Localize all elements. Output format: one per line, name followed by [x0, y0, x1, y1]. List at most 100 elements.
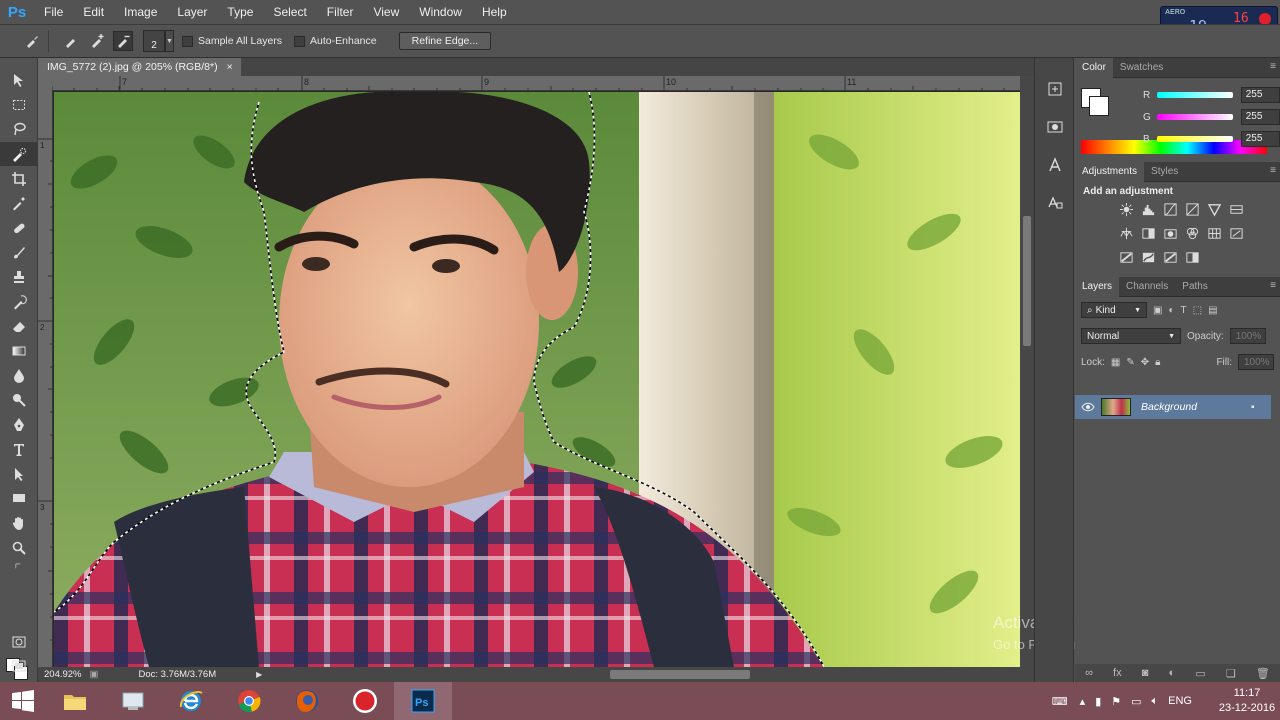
healing-brush-tool-icon[interactable]: [0, 216, 38, 241]
status-info-icon[interactable]: ▣: [90, 669, 99, 680]
selective-color-icon[interactable]: [1181, 245, 1203, 269]
vibrance-icon[interactable]: [1203, 197, 1225, 221]
lasso-tool-icon[interactable]: [0, 117, 38, 142]
brush-tool-icon[interactable]: [0, 240, 38, 265]
menu-image[interactable]: Image: [114, 0, 167, 24]
filter-pixel-icon[interactable]: ▣: [1153, 305, 1162, 316]
menu-layer[interactable]: Layer: [167, 0, 217, 24]
zoom-level[interactable]: 204.92%: [44, 669, 82, 680]
network-icon[interactable]: ▮: [1095, 695, 1101, 708]
panel-menu-icon[interactable]: ≡: [1270, 280, 1276, 291]
menu-window[interactable]: Window: [409, 0, 472, 24]
history-brush-tool-icon[interactable]: [0, 289, 38, 314]
type-tool-icon[interactable]: [0, 437, 38, 462]
clock[interactable]: 11:17 23-12-2016: [1214, 686, 1280, 716]
control-panel-icon[interactable]: [104, 682, 162, 720]
posterize-icon[interactable]: [1115, 245, 1137, 269]
quick-selection-tool-preset-icon[interactable]: [22, 31, 42, 51]
channel-slider[interactable]: [1156, 92, 1233, 98]
windows-start-icon[interactable]: [0, 682, 46, 720]
tab-layers[interactable]: Layers: [1075, 276, 1120, 297]
rectangle-tool-icon[interactable]: [0, 486, 38, 511]
color-lookup-icon[interactable]: [1203, 221, 1225, 245]
paragraph-panel-icon[interactable]: [1035, 184, 1075, 222]
fx-icon[interactable]: fx: [1113, 667, 1122, 679]
dodge-tool-icon[interactable]: [0, 388, 38, 413]
file-explorer-icon[interactable]: [46, 682, 104, 720]
channel-value[interactable]: 255: [1240, 131, 1280, 147]
volume-icon[interactable]: 🔈︎: [1152, 695, 1159, 708]
brush-picker-dropdown-icon[interactable]: ▼: [165, 30, 174, 52]
image-canvas[interactable]: [54, 92, 1020, 667]
history-panel-icon[interactable]: [1035, 70, 1075, 108]
panel-menu-icon[interactable]: ≡: [1270, 61, 1276, 72]
crop-tool-icon[interactable]: [0, 166, 38, 191]
lock-transparent-icon[interactable]: ▦: [1111, 357, 1120, 368]
sample-all-layers-checkbox[interactable]: [182, 35, 193, 47]
color-balance-icon[interactable]: [1115, 221, 1137, 245]
channel-value[interactable]: 255: [1240, 109, 1280, 125]
photo-filter-icon[interactable]: [1159, 221, 1181, 245]
firefox-icon[interactable]: [278, 682, 336, 720]
screen-mode-icon[interactable]: [0, 654, 38, 679]
kind-filter-select[interactable]: ⌕ Kind ▼: [1081, 302, 1147, 318]
filter-type-icon[interactable]: T: [1181, 305, 1187, 316]
brush-size-field[interactable]: 2: [143, 30, 165, 52]
pen-tool-icon[interactable]: [0, 412, 38, 437]
menu-type[interactable]: Type: [217, 0, 263, 24]
trash-icon[interactable]: 🗑︎: [1256, 667, 1270, 680]
chrome-icon[interactable]: [220, 682, 278, 720]
tab-paths[interactable]: Paths: [1175, 277, 1215, 297]
eraser-tool-icon[interactable]: [0, 314, 38, 339]
properties-panel-icon[interactable]: [1035, 108, 1075, 146]
tab-color[interactable]: Color: [1075, 57, 1113, 78]
screen-recorder-icon[interactable]: [336, 682, 394, 720]
tab-channels[interactable]: Channels: [1119, 277, 1175, 297]
menu-help[interactable]: Help: [472, 0, 517, 24]
internet-explorer-icon[interactable]: [162, 682, 220, 720]
quick-selection-tool-icon[interactable]: [0, 141, 38, 167]
new-layer-icon[interactable]: ❏: [1226, 667, 1236, 680]
eyedropper-tool-icon[interactable]: [0, 191, 38, 216]
tray-overflow-icon[interactable]: ▴: [1080, 695, 1086, 708]
fill-field[interactable]: 100%: [1238, 354, 1274, 370]
blend-mode-select[interactable]: Normal ▼: [1081, 328, 1181, 344]
brightness-icon[interactable]: [1115, 197, 1137, 221]
horizontal-scrollbar[interactable]: [290, 668, 1014, 681]
language-indicator[interactable]: ENG: [1168, 695, 1192, 707]
marquee-tool-icon[interactable]: [0, 93, 38, 118]
lock-paint-icon[interactable]: ✎: [1126, 357, 1134, 368]
keyboard-icon[interactable]: ⌨: [1052, 695, 1068, 708]
filter-adjustment-icon[interactable]: ◐: [1168, 305, 1174, 316]
zoom-tool-icon[interactable]: [0, 535, 38, 560]
menu-select[interactable]: Select: [263, 0, 316, 24]
tab-styles[interactable]: Styles: [1144, 162, 1185, 182]
hand-tool-icon[interactable]: [0, 511, 38, 536]
curves-icon[interactable]: [1159, 197, 1181, 221]
hue-saturation-icon[interactable]: [1225, 197, 1247, 221]
character-panel-icon[interactable]: [1035, 146, 1075, 184]
channel-mixer-icon[interactable]: [1181, 221, 1203, 245]
tab-swatches[interactable]: Swatches: [1113, 58, 1170, 78]
battery-icon[interactable]: ▭: [1131, 695, 1141, 708]
invert-icon[interactable]: [1225, 221, 1247, 245]
auto-enhance-checkbox[interactable]: [294, 35, 306, 47]
add-mask-icon[interactable]: ◙: [1142, 667, 1149, 679]
menu-filter[interactable]: Filter: [317, 0, 364, 24]
menu-edit[interactable]: Edit: [73, 0, 114, 24]
new-selection-icon[interactable]: [61, 31, 81, 51]
vertical-scrollbar[interactable]: [1020, 76, 1034, 668]
close-tab-icon[interactable]: ×: [227, 61, 233, 76]
new-adjustment-layer-icon[interactable]: ◐: [1169, 667, 1176, 679]
channel-value[interactable]: 255: [1240, 87, 1280, 103]
clone-stamp-tool-icon[interactable]: [0, 265, 38, 290]
photoshop-taskbar-icon[interactable]: Ps: [394, 682, 452, 720]
menu-view[interactable]: View: [363, 0, 409, 24]
channel-slider[interactable]: [1156, 136, 1233, 142]
gradient-tool-icon[interactable]: [0, 339, 38, 364]
exposure-icon[interactable]: [1181, 197, 1203, 221]
eye-icon[interactable]: [1075, 402, 1101, 412]
black-white-icon[interactable]: [1137, 221, 1159, 245]
color-bg-swatch[interactable]: [1089, 96, 1109, 116]
menu-file[interactable]: File: [34, 0, 73, 24]
